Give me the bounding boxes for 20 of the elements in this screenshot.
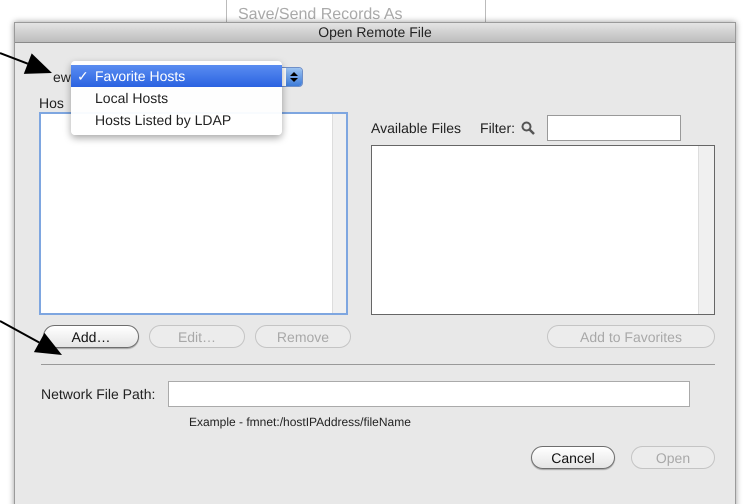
- filter-field[interactable]: [547, 115, 682, 141]
- hosts-label: Hos: [39, 94, 64, 112]
- menu-item[interactable]: ✓ Favorite Hosts: [71, 65, 282, 87]
- filter-label: Filter:: [480, 118, 516, 138]
- annotation-arrow: [0, 320, 62, 355]
- button[interactable]: Add…: [43, 325, 139, 348]
- network-file-path-field[interactable]: [168, 381, 690, 407]
- menu-item[interactable]: Hosts Listed by LDAP: [71, 109, 282, 131]
- updown-icon: [286, 68, 302, 86]
- annotation-arrow: [0, 52, 52, 74]
- menu-item[interactable]: Local Hosts: [71, 87, 282, 109]
- available-files-label: Available Files: [371, 118, 462, 138]
- available-files-list[interactable]: [371, 145, 715, 315]
- search-icon: [521, 121, 536, 135]
- button[interactable]: Cancel: [531, 446, 615, 469]
- window-title: Open Remote File: [318, 23, 432, 42]
- example-text: Example - fmnet:/hostIPAddress/fileName: [189, 414, 412, 431]
- network-file-path-label: Network File Path:: [41, 384, 156, 404]
- hosts-list[interactable]: [39, 112, 348, 315]
- view-label: ew: [53, 68, 71, 86]
